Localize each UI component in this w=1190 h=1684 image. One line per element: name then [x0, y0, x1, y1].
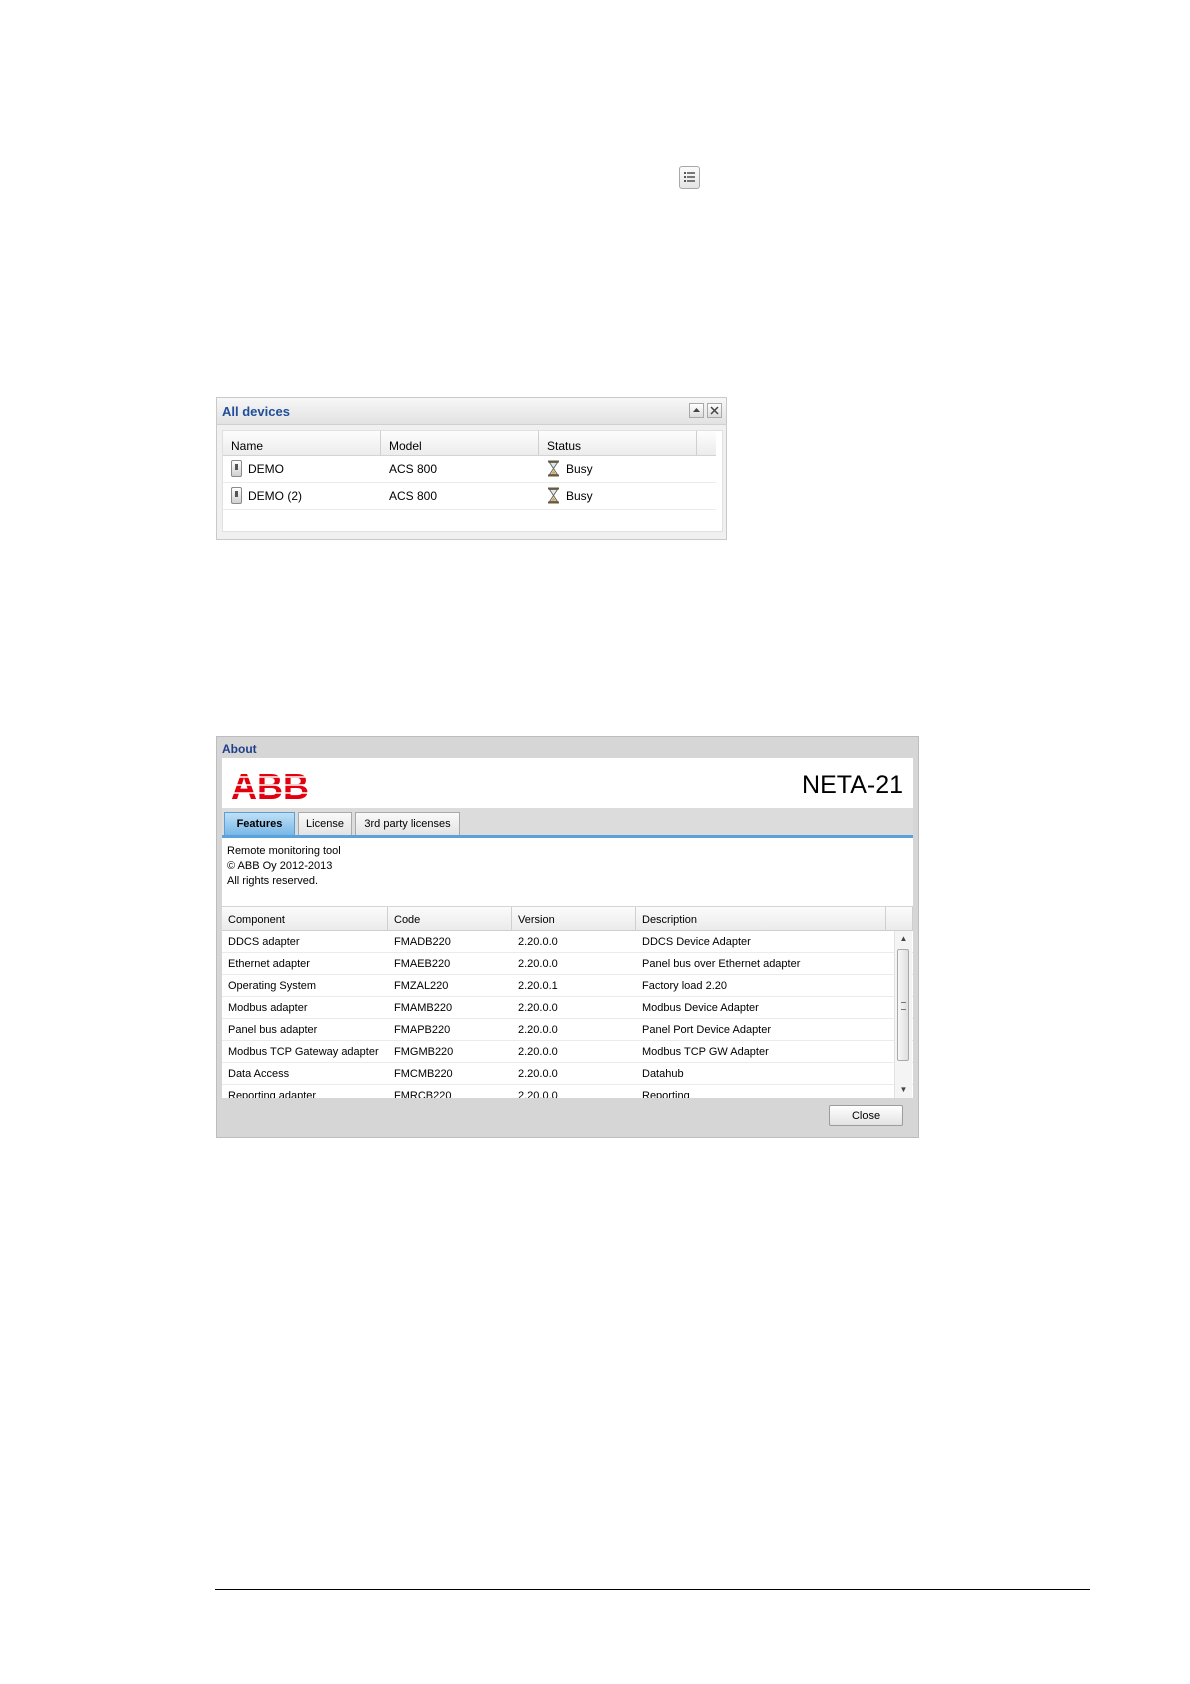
scroll-thumb[interactable]	[897, 949, 909, 1061]
component-name: Data Access	[228, 1068, 290, 1080]
component-name: Ethernet adapter	[228, 958, 310, 970]
all-devices-panel: All devices Name Model Status DEMO ACS 8…	[216, 397, 727, 540]
tab-license[interactable]: License	[298, 812, 352, 835]
component-name: Modbus adapter	[228, 1002, 308, 1014]
component-row[interactable]: Panel bus adapter FMAPB220 2.20.0.0 Panel P…	[222, 1019, 913, 1041]
component-description: Reporting	[642, 1090, 690, 1098]
dialog-title: About	[222, 742, 257, 756]
tab-features[interactable]: Features	[224, 812, 295, 835]
product-name: NETA-21	[802, 771, 903, 799]
device-name: DEMO	[248, 462, 284, 476]
component-code: FMZAL220	[394, 980, 449, 992]
scroll-grip-icon	[901, 1002, 906, 1010]
component-version: 2.20.0.1	[518, 980, 558, 992]
component-description: Modbus TCP GW Adapter	[642, 1046, 769, 1058]
device-name-cell: DEMO	[223, 456, 381, 482]
info-line: Remote monitoring tool	[227, 845, 341, 857]
column-header-model[interactable]: Model	[381, 431, 539, 455]
column-header-code[interactable]: Code	[388, 907, 512, 930]
component-row[interactable]: Reporting adapter FMRCB220 2.20.0.0 Reporti…	[222, 1085, 913, 1098]
component-code: FMAPB220	[394, 1024, 451, 1036]
panel-title: All devices	[222, 404, 290, 419]
panel-header: All devices	[217, 398, 726, 425]
component-description: Factory load 2.20	[642, 980, 727, 992]
devices-table: Name Model Status DEMO ACS 800 Busy DEMO…	[223, 431, 716, 510]
svg-text:ABB: ABB	[232, 768, 308, 800]
about-banner: ABB NETA-21	[222, 758, 913, 808]
component-version: 2.20.0.0	[518, 1046, 558, 1058]
component-row[interactable]: Operating System FMZAL220 2.20.0.1 Factory …	[222, 975, 913, 997]
drive-device-icon	[231, 460, 242, 477]
device-model: ACS 800	[389, 489, 438, 503]
component-version: 2.20.0.0	[518, 936, 558, 948]
device-status-cell: Busy	[539, 456, 697, 482]
component-name: Panel bus adapter	[228, 1024, 318, 1036]
tab-3rd-party-licenses[interactable]: 3rd party licenses	[355, 812, 460, 835]
scroll-up-arrow-icon[interactable]: ▲	[898, 933, 909, 945]
component-version: 2.20.0.0	[518, 958, 558, 970]
component-description: Panel Port Device Adapter	[642, 1024, 772, 1036]
list-view-icon[interactable]	[679, 166, 700, 189]
column-header-status[interactable]: Status	[539, 431, 697, 455]
scroll-down-arrow-icon[interactable]: ▼	[898, 1084, 909, 1096]
device-model: ACS 800	[389, 462, 438, 476]
component-description: Panel bus over Ethernet adapter	[642, 958, 801, 970]
page-footer-rule	[215, 1589, 1090, 1590]
vertical-scrollbar[interactable]: ▲ ▼	[894, 931, 912, 1098]
device-name: DEMO (2)	[248, 489, 302, 503]
info-line: All rights reserved.	[227, 875, 319, 887]
column-header-name[interactable]: Name	[223, 431, 381, 455]
component-row[interactable]: DDCS adapter FMADB220 2.20.0.0 DDCS Device …	[222, 931, 913, 953]
components-table-body: DDCS adapter FMADB220 2.20.0.0 DDCS Device …	[222, 931, 913, 1098]
components-table-header: Component Code Version Description	[222, 907, 913, 931]
hourglass-icon	[548, 487, 559, 504]
component-code: FMADB220	[394, 936, 451, 948]
component-code: FMAMB220	[394, 1002, 453, 1014]
devices-table-header: Name Model Status	[223, 431, 716, 456]
about-dialog: About ABB NETA-21 Features License 3rd p…	[216, 736, 919, 1138]
component-version: 2.20.0.0	[518, 1068, 558, 1080]
component-version: 2.20.0.0	[518, 1090, 558, 1098]
close-icon[interactable]	[707, 403, 722, 418]
component-row[interactable]: Modbus adapter FMAMB220 2.20.0.0 Modbus Dev…	[222, 997, 913, 1019]
component-code: FMRCB220	[394, 1090, 452, 1098]
device-status: Busy	[566, 489, 593, 503]
features-info: Remote monitoring tool © ABB Oy 2012-201…	[222, 838, 913, 907]
collapse-up-icon[interactable]	[689, 403, 704, 418]
device-row[interactable]: DEMO ACS 800 Busy	[223, 456, 716, 483]
column-header-version[interactable]: Version	[512, 907, 636, 930]
devices-grid-container: Name Model Status DEMO ACS 800 Busy DEMO…	[222, 430, 723, 532]
device-status-cell: Busy	[539, 483, 697, 509]
component-code: FMCMB220	[394, 1068, 453, 1080]
device-row[interactable]: DEMO (2) ACS 800 Busy	[223, 483, 716, 510]
component-description: Datahub	[642, 1068, 684, 1080]
component-name: Reporting adapter	[228, 1090, 317, 1098]
hourglass-icon	[548, 460, 559, 477]
component-version: 2.20.0.0	[518, 1002, 558, 1014]
component-description: Modbus Device Adapter	[642, 1002, 759, 1014]
abb-logo: ABB	[232, 768, 308, 800]
component-version: 2.20.0.0	[518, 1024, 558, 1036]
close-button[interactable]: Close	[829, 1105, 903, 1126]
tab-bar: Features License 3rd party licenses	[222, 808, 913, 838]
column-header-description[interactable]: Description	[636, 907, 886, 930]
info-line: © ABB Oy 2012-2013	[227, 860, 333, 872]
device-status: Busy	[566, 462, 593, 476]
component-name: Operating System	[228, 980, 317, 992]
device-name-cell: DEMO (2)	[223, 483, 381, 509]
component-name: Modbus TCP Gateway adapter	[228, 1046, 379, 1058]
component-row[interactable]: Modbus TCP Gateway adapter FMGMB220 2.20.0…	[222, 1041, 913, 1063]
components-table: Component Code Version Description DDCS …	[222, 907, 913, 1098]
column-header-component[interactable]: Component	[222, 907, 388, 930]
component-description: DDCS Device Adapter	[642, 936, 751, 948]
column-header-spacer	[886, 907, 913, 930]
component-code: FMGMB220	[394, 1046, 454, 1058]
component-name: DDCS adapter	[228, 936, 300, 948]
drive-device-icon	[231, 487, 242, 504]
component-row[interactable]: Ethernet adapter FMAEB220 2.20.0.0 Panel bu…	[222, 953, 913, 975]
component-code: FMAEB220	[394, 958, 451, 970]
component-row[interactable]: Data Access FMCMB220 2.20.0.0 Datahub	[222, 1063, 913, 1085]
